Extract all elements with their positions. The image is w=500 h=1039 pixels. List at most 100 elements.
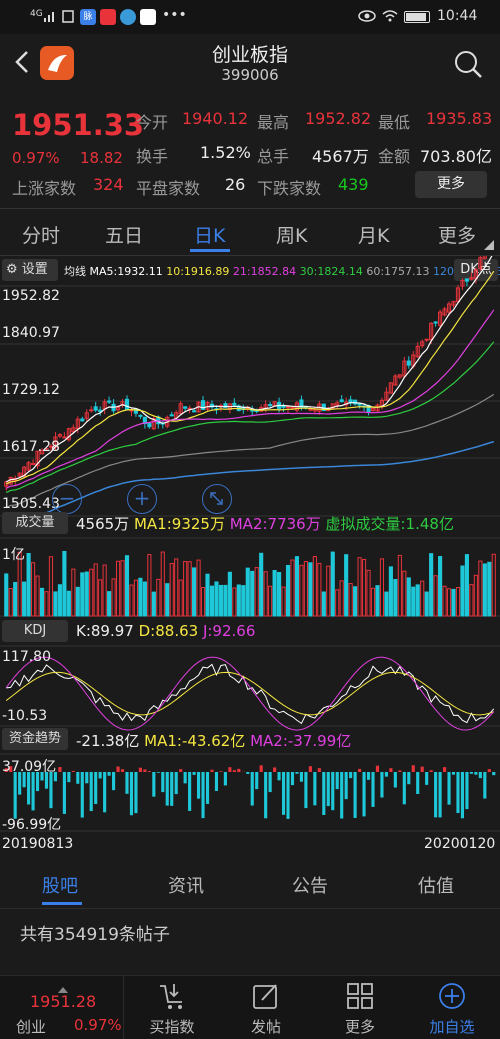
volume-bar	[62, 550, 67, 617]
tab-monthly-k[interactable]: 月K	[358, 221, 389, 248]
fund-bar	[456, 772, 460, 814]
candle	[464, 278, 469, 282]
volume-bar	[303, 561, 308, 617]
fund-bar	[214, 772, 219, 792]
volume-bar	[348, 583, 353, 617]
volume-bar	[39, 587, 45, 617]
more-nav-button[interactable]: 更多	[320, 976, 400, 1039]
fund-bar	[196, 772, 201, 799]
volume-bar	[160, 551, 165, 617]
volume-bar	[339, 580, 344, 617]
volume-value: 4565万	[76, 515, 130, 533]
fund-bar	[31, 772, 35, 811]
fund-bar	[331, 772, 335, 811]
tab-weekly-k[interactable]: 周K	[276, 221, 307, 248]
open-label: 今开	[136, 113, 169, 132]
kdj-j-line	[5, 656, 495, 731]
more-button[interactable]: 更多	[415, 171, 487, 198]
volume-bar	[165, 583, 170, 617]
fund-trend-button[interactable]: 资金趋势	[2, 728, 68, 750]
wifi-icon	[382, 9, 398, 23]
tab-valuation[interactable]: 估值	[418, 872, 454, 898]
tab-news[interactable]: 资讯	[168, 872, 204, 898]
bottom-tab-indicator	[42, 902, 82, 905]
volume-bar	[187, 561, 192, 617]
volume-bar	[147, 554, 152, 617]
add-watchlist-button[interactable]: 加自选	[412, 976, 492, 1039]
tab-daily-k[interactable]: 日K	[194, 221, 225, 248]
fund-bar	[27, 772, 31, 805]
y-label-4: 1617.28	[2, 439, 60, 455]
tab-five-day[interactable]: 五日	[105, 221, 143, 248]
fund-bar	[89, 772, 93, 812]
clock: 10:44	[437, 8, 478, 24]
fund-bar	[375, 765, 380, 772]
buy-index-button[interactable]: 买指数	[132, 976, 212, 1039]
volume-bar	[451, 588, 456, 617]
fund-bar	[322, 772, 326, 816]
kdj-indicator-button[interactable]: KDJ	[2, 620, 68, 642]
volume-bar	[89, 568, 94, 617]
volume-bar	[277, 571, 282, 617]
fund-bar	[103, 772, 107, 813]
bottom-nav: 1951.28 创业 0.97% 买指数 发帖 更多 加自选	[0, 975, 500, 1039]
ma21-line	[5, 309, 495, 489]
volume-bar	[142, 581, 147, 617]
tab-announcements[interactable]: 公告	[292, 872, 328, 898]
kline-chart[interactable]	[0, 256, 500, 856]
tab-more[interactable]: 更多	[438, 221, 476, 248]
kdj-legend: K:89.97 D:88.63 J:92.66	[76, 622, 255, 640]
app-notify-icon-3	[120, 9, 136, 25]
candle	[290, 406, 295, 409]
volume-bar	[8, 588, 13, 617]
volume-bar	[22, 581, 27, 617]
zoom-in-button[interactable]: +	[127, 484, 157, 514]
kdj-d: D:88.63	[138, 622, 199, 640]
volume-bar	[205, 573, 210, 617]
add-watchlist-label: 加自选	[429, 1018, 475, 1036]
quote-panel: 1951.33 0.97% 18.82 今开 1940.12 最高 1952.8…	[0, 96, 500, 206]
fund-bar	[317, 768, 321, 772]
fund-bar	[58, 767, 62, 772]
volume-bar	[75, 586, 80, 617]
volume-bar	[53, 591, 58, 617]
volume-indicator-button[interactable]: 成交量	[2, 512, 68, 534]
volume-bar	[415, 584, 420, 617]
fund-bar	[465, 772, 469, 810]
fund-bar	[143, 769, 147, 772]
volume-bar	[232, 587, 237, 617]
fund-bar	[474, 772, 478, 775]
fund-bar	[335, 772, 339, 790]
volume-bar	[241, 585, 246, 617]
volume-bar	[236, 584, 241, 617]
candle	[93, 406, 98, 411]
more-notify-icon: •••	[162, 7, 187, 23]
fund-bar	[469, 772, 473, 774]
tab-forum[interactable]: 股吧	[42, 872, 78, 898]
fullscreen-button[interactable]	[202, 484, 232, 514]
zoom-out-button[interactable]: −	[52, 484, 82, 514]
flat-count: 26	[225, 175, 246, 194]
volume-bar	[357, 557, 362, 617]
search-icon[interactable]	[452, 48, 484, 80]
fund-bar	[192, 772, 196, 775]
volume-bar	[35, 575, 40, 617]
app-notify-icon: 脉	[80, 9, 96, 25]
mini-price: 1951.28	[30, 992, 97, 1011]
candle	[285, 406, 291, 409]
fund-bar	[313, 772, 317, 806]
fund-bar	[442, 767, 447, 772]
signal-icon	[44, 10, 58, 22]
app-notify-icon-4	[140, 9, 156, 25]
fund-bar	[223, 772, 227, 786]
volume-bar	[120, 560, 125, 617]
volume-bar	[254, 567, 259, 617]
stock-code: 399006	[221, 66, 279, 84]
post-button[interactable]: 发帖	[226, 976, 306, 1039]
fund-bar	[286, 772, 290, 819]
mini-quote[interactable]: 1951.28 创业 0.97%	[0, 976, 124, 1039]
volume-bar	[13, 581, 18, 617]
tab-intraday[interactable]: 分时	[22, 221, 60, 248]
volume-bar	[57, 584, 62, 617]
fund-bar	[326, 772, 330, 807]
